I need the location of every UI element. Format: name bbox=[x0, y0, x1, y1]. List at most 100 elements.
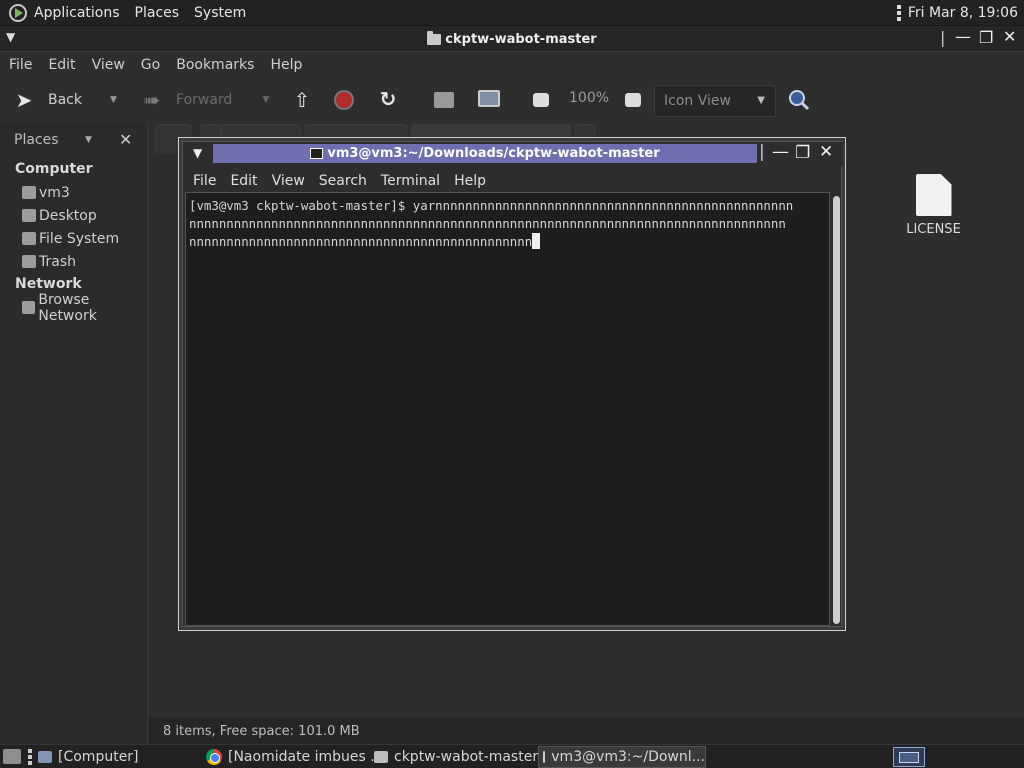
home-icon[interactable] bbox=[434, 92, 454, 108]
sidebar: Places ▼ ✕ Computer vm3 Desktop File Sys… bbox=[0, 122, 148, 744]
maximize-icon[interactable]: ❐ bbox=[795, 143, 810, 163]
file-manager-title: ckptw-wabot-master bbox=[0, 26, 1024, 52]
menu-file[interactable]: File bbox=[9, 57, 32, 73]
top-menu-system[interactable]: System bbox=[194, 5, 246, 21]
menu-help[interactable]: Help bbox=[270, 57, 302, 73]
zoom-out-icon[interactable] bbox=[533, 93, 549, 107]
terminal-menu-file[interactable]: File bbox=[193, 173, 216, 189]
top-menu: Applications Places System bbox=[34, 0, 261, 26]
sidebar-item-trash[interactable]: Trash bbox=[0, 250, 147, 273]
terminal-window: ▼ vm3@vm3:~/Downloads/ckptw-wabot-master… bbox=[178, 137, 846, 631]
sidebar-item-label: File System bbox=[39, 230, 120, 247]
task-browser[interactable]: [Naomidate imbues ... bbox=[206, 746, 384, 768]
top-panel: Applications Places System Fri Mar 8, 19:0… bbox=[0, 0, 1024, 26]
file-item-label: LICENSE bbox=[906, 222, 961, 237]
task-file-manager[interactable]: ckptw-wabot-master bbox=[374, 746, 538, 768]
task-computer[interactable]: [Computer] bbox=[38, 746, 139, 768]
show-desktop-icon[interactable] bbox=[3, 749, 21, 764]
sidebar-list: Computer vm3 Desktop File System Trash N… bbox=[0, 158, 147, 324]
terminal-icon bbox=[310, 148, 324, 159]
drive-icon bbox=[22, 232, 36, 245]
sidebar-item-vm3[interactable]: vm3 bbox=[0, 181, 147, 204]
sidebar-item-label: vm3 bbox=[39, 184, 70, 201]
terminal-menu-terminal[interactable]: Terminal bbox=[381, 173, 440, 189]
terminal-cursor bbox=[532, 233, 541, 249]
terminal-menu-help[interactable]: Help bbox=[454, 173, 486, 189]
task-label: [Naomidate imbues ... bbox=[228, 749, 384, 765]
back-history-dropdown-icon[interactable]: ▼ bbox=[110, 95, 117, 105]
status-text: 8 items, Free space: 101.0 MB bbox=[163, 723, 360, 739]
panel-menu-icon[interactable] bbox=[896, 5, 901, 21]
search-icon[interactable] bbox=[788, 89, 810, 111]
terminal-output[interactable]: [vm3@vm3 ckptw-wabot-master]$ yarnnnnnnn… bbox=[185, 192, 830, 626]
task-label: vm3@vm3:~/Downl... bbox=[551, 749, 705, 765]
terminal-titlebar[interactable]: ▼ vm3@vm3:~/Downloads/ckptw-wabot-master… bbox=[183, 142, 843, 166]
window-title-text: ckptw-wabot-master bbox=[445, 31, 597, 47]
stop-icon[interactable] bbox=[334, 90, 354, 110]
sidebar-section-computer: Computer bbox=[15, 161, 93, 177]
sidebar-item-desktop[interactable]: Desktop bbox=[0, 204, 147, 227]
terminal-menu-view[interactable]: View bbox=[272, 173, 305, 189]
reload-icon[interactable]: ↻ bbox=[376, 87, 400, 111]
view-mode-value: Icon View bbox=[664, 93, 731, 109]
window-list-handle-icon[interactable] bbox=[28, 749, 32, 765]
file-manager-titlebar[interactable]: ▼ ckptw-wabot-master | — ❐ ✕ bbox=[0, 26, 1024, 52]
top-menu-places[interactable]: Places bbox=[135, 5, 180, 21]
window-menu-icon[interactable]: ▼ bbox=[193, 146, 202, 160]
menu-bookmarks[interactable]: Bookmarks bbox=[176, 57, 254, 73]
file-manager-toolbar: ➤ Back ▼ ➠ Forward ▼ ⇧ ↻ 100% Icon View … bbox=[0, 78, 1024, 122]
sidebar-dropdown-icon[interactable]: ▼ bbox=[85, 135, 92, 145]
terminal-scrollbar[interactable] bbox=[833, 196, 840, 624]
zoom-level: 100% bbox=[569, 90, 610, 106]
top-menu-applications[interactable]: Applications bbox=[34, 5, 120, 21]
sidebar-item-file-system[interactable]: File System bbox=[0, 227, 147, 250]
applications-logo-icon[interactable] bbox=[8, 3, 28, 23]
sidebar-item-label: Desktop bbox=[39, 207, 97, 224]
zoom-in-icon[interactable] bbox=[625, 93, 641, 107]
view-mode-select[interactable]: Icon View ▼ bbox=[654, 85, 776, 117]
file-item[interactable]: LICENSE bbox=[901, 174, 966, 237]
clock-area: Fri Mar 8, 19:06 bbox=[896, 0, 1018, 26]
terminal-menu-edit[interactable]: Edit bbox=[230, 173, 257, 189]
back-arrow-icon: ➤ bbox=[15, 88, 33, 112]
forward-history-dropdown-icon[interactable]: ▼ bbox=[262, 95, 269, 105]
computer-icon bbox=[38, 751, 52, 763]
window-title-text: vm3@vm3:~/Downloads/ckptw-wabot-master bbox=[327, 146, 660, 161]
sidebar-header[interactable]: Places ▼ ✕ bbox=[0, 122, 147, 158]
forward-label: Forward bbox=[176, 92, 233, 108]
terminal-menu-search[interactable]: Search bbox=[319, 173, 367, 189]
status-bar: 8 items, Free space: 101.0 MB bbox=[149, 718, 1024, 744]
menu-go[interactable]: Go bbox=[141, 57, 160, 73]
file-manager-menubar: File Edit View Go Bookmarks Help bbox=[0, 52, 1024, 78]
trash-icon bbox=[22, 255, 36, 268]
sidebar-close-icon[interactable]: ✕ bbox=[119, 130, 132, 149]
folder-icon bbox=[427, 30, 442, 45]
home-folder-icon bbox=[22, 186, 36, 199]
minimize-icon[interactable]: — bbox=[955, 27, 971, 46]
forward-arrow-icon: ➠ bbox=[143, 88, 161, 112]
task-terminal[interactable]: vm3@vm3:~/Downl... bbox=[538, 746, 706, 768]
separator-icon: | bbox=[759, 142, 765, 162]
menu-view[interactable]: View bbox=[92, 57, 125, 73]
back-label: Back bbox=[48, 92, 82, 108]
chevron-down-icon: ▼ bbox=[757, 95, 765, 106]
sidebar-item-browse-network[interactable]: Browse Network bbox=[0, 292, 147, 324]
up-arrow-icon[interactable]: ⇧ bbox=[290, 88, 314, 112]
terminal-icon bbox=[543, 751, 546, 763]
close-icon[interactable]: ✕ bbox=[1003, 27, 1016, 46]
terminal-line: [vm3@vm3 ckptw-wabot-master]$ yarnnnnnnn… bbox=[189, 198, 794, 213]
sidebar-item-label: Trash bbox=[39, 253, 76, 270]
menu-edit[interactable]: Edit bbox=[48, 57, 75, 73]
forward-button[interactable]: ➠ Forward ▼ bbox=[140, 85, 270, 115]
computer-icon[interactable] bbox=[478, 90, 500, 107]
folder-icon bbox=[374, 751, 388, 763]
maximize-icon[interactable]: ❐ bbox=[979, 28, 993, 47]
terminal-text: [vm3@vm3 ckptw-wabot-master]$ yarnnnnnnn… bbox=[189, 197, 829, 251]
terminal-title: vm3@vm3:~/Downloads/ckptw-wabot-master bbox=[213, 144, 757, 163]
minimize-icon[interactable]: — bbox=[772, 142, 789, 162]
back-button[interactable]: ➤ Back ▼ bbox=[12, 85, 117, 115]
workspace-switcher[interactable] bbox=[893, 747, 925, 767]
close-icon[interactable]: ✕ bbox=[819, 142, 833, 162]
separator-icon: | bbox=[940, 28, 946, 47]
clock[interactable]: Fri Mar 8, 19:06 bbox=[908, 5, 1018, 21]
